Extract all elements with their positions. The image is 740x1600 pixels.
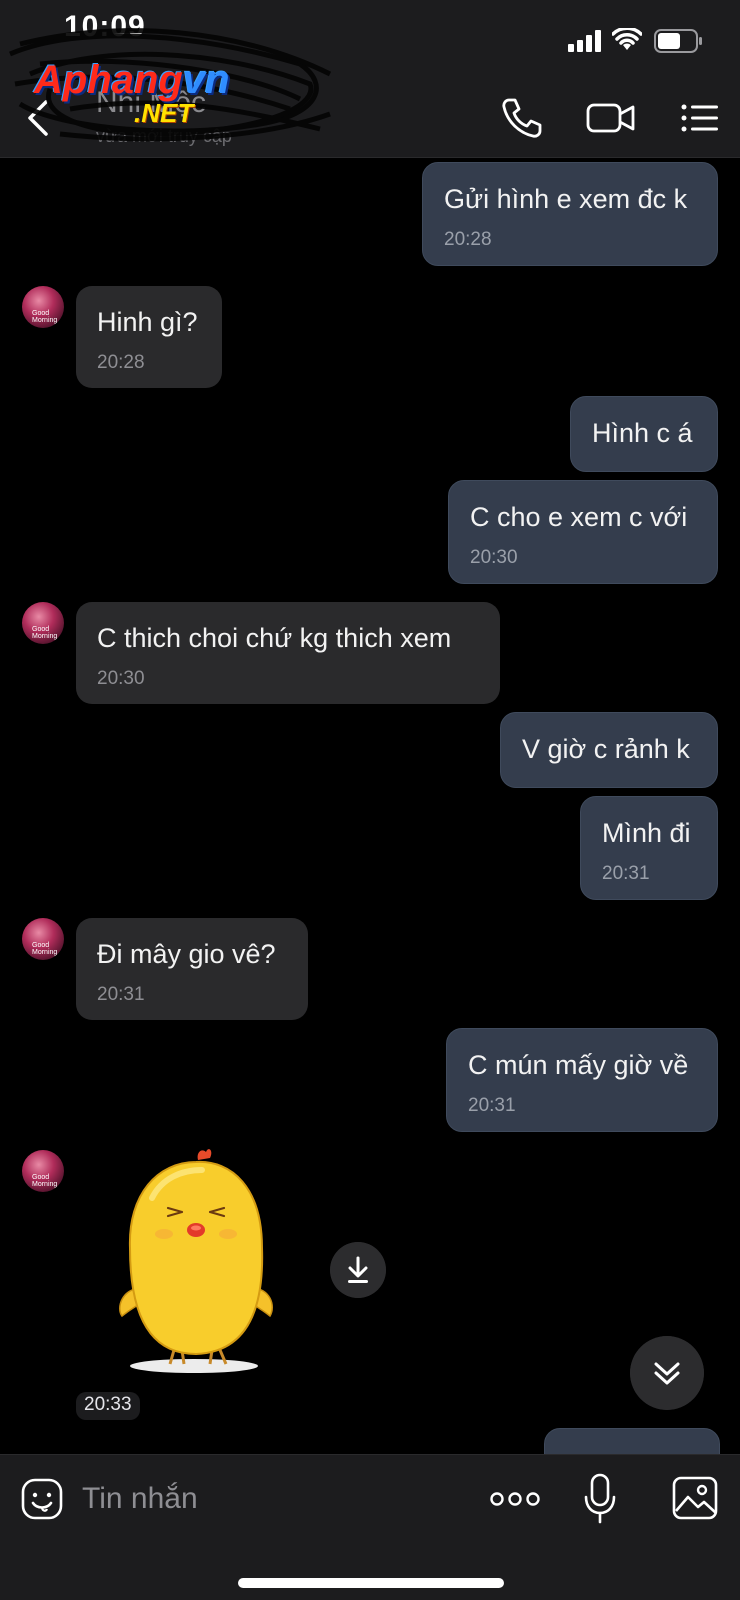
battery-icon <box>654 29 702 53</box>
message-time: 20:30 <box>470 547 518 568</box>
contact-avatar[interactable]: Good Morning <box>22 602 64 644</box>
message-bubble-incoming[interactable]: Đi mây gio vê? 20:31 <box>76 918 308 1020</box>
message-bubble-outgoing[interactable]: Mình đi 20:31 <box>580 796 718 900</box>
message-text: Hinh gì? <box>97 307 198 337</box>
message-bubble-outgoing[interactable]: C mún mấy giờ về 20:31 <box>446 1028 718 1132</box>
video-call-button[interactable] <box>586 96 636 140</box>
more-options-button[interactable] <box>490 1489 540 1509</box>
image-gallery-button[interactable] <box>672 1475 718 1521</box>
message-time: 20:28 <box>444 229 492 250</box>
message-bubble-outgoing[interactable]: Gửi hình e xem đc k 20:28 <box>422 162 718 266</box>
microphone-button[interactable] <box>584 1473 616 1525</box>
message-bubble-outgoing[interactable]: C cho e xem c với 20:30 <box>448 480 718 584</box>
message-text: Mình đi <box>602 818 691 848</box>
conversation-menu-button[interactable] <box>680 96 720 140</box>
message-text: C mún mấy giờ về <box>468 1050 689 1080</box>
message-time: 20:31 <box>468 1095 516 1116</box>
message-text: C cho e xem c với <box>470 502 688 532</box>
contact-avatar[interactable]: Good Morning <box>22 918 64 960</box>
scroll-to-bottom-button[interactable] <box>630 1336 704 1410</box>
wifi-icon <box>612 28 642 50</box>
message-text: Đi mây gio vê? <box>97 939 276 969</box>
download-button[interactable] <box>330 1242 386 1298</box>
message-input[interactable] <box>82 1473 462 1525</box>
message-time: 20:28 <box>97 352 145 373</box>
cellular-signal-icon <box>568 30 601 52</box>
message-bubble-outgoing[interactable]: V giờ c rảnh k <box>500 712 718 788</box>
message-time: 20:30 <box>97 668 145 689</box>
message-bubble-incoming[interactable]: Hinh gì? 20:28 <box>76 286 222 388</box>
sticker-time: 20:33 <box>76 1392 140 1420</box>
message-text: V giờ c rảnh k <box>522 734 690 764</box>
sticker-emoji-button[interactable] <box>20 1477 64 1521</box>
chat-header: 10:09 Nhi Mộc vừa mới truy cập Aphangvn … <box>0 0 740 158</box>
phone-call-button[interactable] <box>500 96 544 140</box>
contact-avatar[interactable]: Good Morning <box>22 1150 64 1192</box>
home-indicator[interactable] <box>238 1578 504 1588</box>
message-bubble-outgoing[interactable]: Hình c á <box>570 396 718 472</box>
message-time: 20:31 <box>97 984 145 1005</box>
message-bubble-incoming[interactable]: C thich choi chứ kg thich xem 20:30 <box>76 602 500 704</box>
message-time: 20:31 <box>602 863 650 884</box>
message-text: Hình c á <box>592 418 693 448</box>
contact-avatar[interactable]: Good Morning <box>22 286 64 328</box>
chick-sticker[interactable] <box>112 1138 278 1378</box>
message-text: C thich choi chứ kg thich xem <box>97 623 452 653</box>
message-text: Gửi hình e xem đc k <box>444 184 688 214</box>
watermark-logo: Aphangvn .NET <box>34 58 230 128</box>
